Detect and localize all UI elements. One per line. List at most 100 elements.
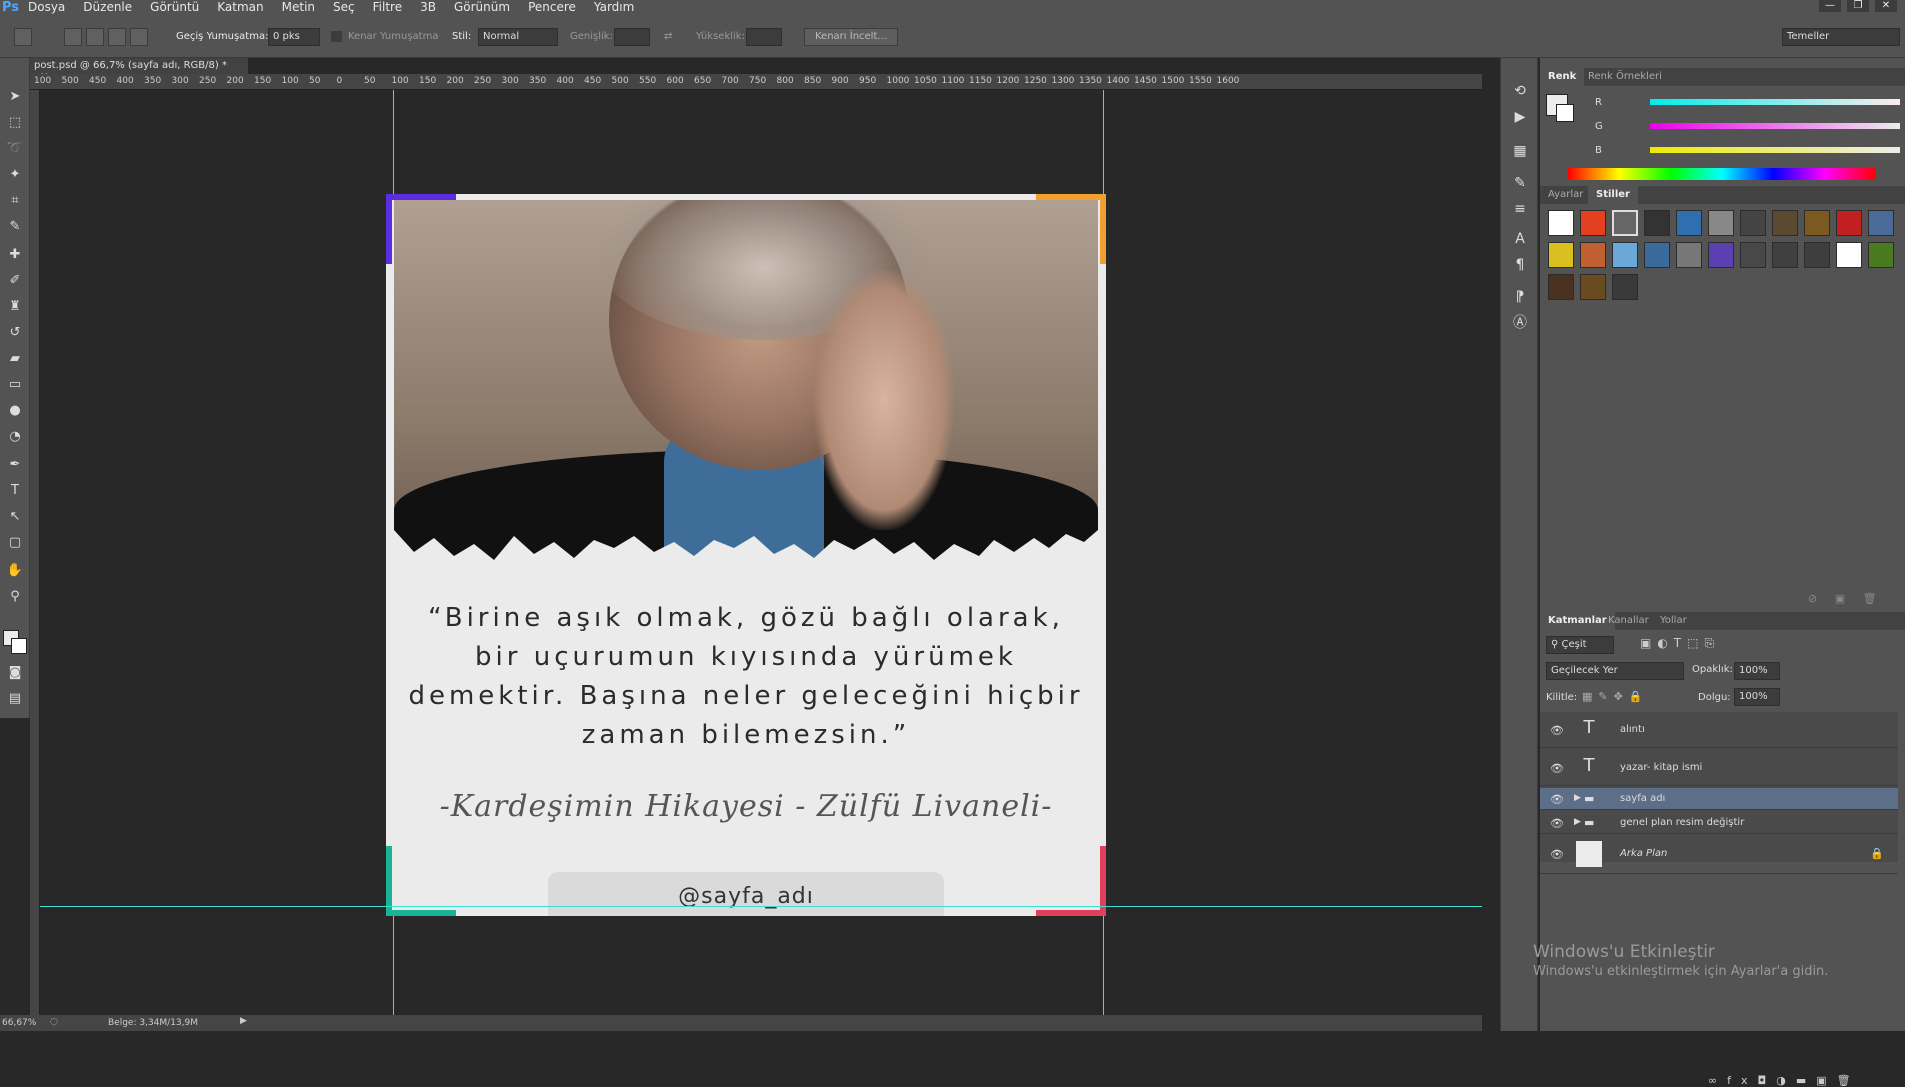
style-swatch[interactable] (1804, 210, 1830, 236)
document-tab[interactable]: post.psd @ 66,7% (sayfa adı, RGB/8) * × (30, 58, 248, 82)
menu-katman[interactable]: Katman (217, 0, 263, 14)
layer-row[interactable]: 👁 T alıntı (1540, 712, 1898, 748)
menu-goruntu[interactable]: Görüntü (150, 0, 199, 14)
dodge-tool-icon[interactable]: ◔ (4, 426, 26, 448)
brush-tool-icon[interactable]: ✐ (4, 270, 26, 292)
visibility-eye-icon[interactable]: 👁 (1550, 793, 1564, 806)
layer-filter-icons[interactable]: ▣◐T⬚⎘ (1640, 636, 1720, 651)
marquee-preset-icon[interactable] (14, 28, 32, 46)
style-swatch[interactable] (1708, 242, 1734, 268)
channel-g-slider[interactable] (1650, 123, 1900, 129)
menu-sec[interactable]: Seç (333, 0, 355, 14)
history-brush-icon[interactable]: ↺ (4, 322, 26, 344)
layer-row-selected[interactable]: 👁 ▶ ▬ sayfa adı (1540, 788, 1898, 810)
style-swatch[interactable] (1868, 210, 1894, 236)
channel-r-slider[interactable] (1650, 99, 1900, 105)
brush-panel-icon[interactable]: ✎ (1509, 172, 1531, 194)
new-selection-icon[interactable] (64, 28, 82, 46)
style-swatch[interactable] (1612, 274, 1638, 300)
adjustments-panel-icon[interactable]: ≡ (1509, 198, 1531, 220)
style-select[interactable]: Normal (478, 28, 558, 46)
style-swatch[interactable] (1740, 210, 1766, 236)
intersect-selection-icon[interactable] (130, 28, 148, 46)
color-bg-swatch[interactable] (1556, 104, 1574, 122)
style-swatch[interactable] (1644, 210, 1670, 236)
status-menu-arrow-icon[interactable]: ▶ (240, 1016, 247, 1026)
style-swatch[interactable] (1740, 242, 1766, 268)
styles-footer-icons[interactable]: ⊘ ▣ 🗑 (1808, 592, 1877, 605)
style-swatch[interactable] (1644, 242, 1670, 268)
fill-input[interactable]: 100% (1734, 688, 1780, 706)
style-swatch[interactable] (1548, 242, 1574, 268)
actions-panel-icon[interactable]: ▶ (1509, 106, 1531, 128)
move-tool-icon[interactable]: ➤ (4, 86, 26, 108)
tab-renk-ornekleri[interactable]: Renk Örnekleri (1580, 68, 1670, 86)
crop-tool-icon[interactable]: ⌗ (4, 190, 26, 212)
blend-mode-select[interactable]: Geçilecek Yer (1546, 662, 1684, 680)
swap-icon[interactable]: ⇄ (664, 31, 672, 42)
style-swatch[interactable] (1836, 210, 1862, 236)
style-swatch[interactable] (1580, 242, 1606, 268)
marquee-tool-icon[interactable]: ⬚ (4, 112, 26, 134)
layers-footer-icons[interactable]: ∞fx◘◑▬▣🗑 (1708, 1074, 1861, 1087)
screen-mode-icon[interactable]: ▤ (4, 688, 26, 710)
pen-tool-icon[interactable]: ✒ (4, 454, 26, 476)
menu-yardim[interactable]: Yardım (594, 0, 634, 14)
zoom-level[interactable]: 66,67% (2, 1018, 36, 1028)
layer-row[interactable]: 👁 Arka Plan 🔒 (1540, 836, 1898, 874)
path-select-icon[interactable]: ↖ (4, 506, 26, 528)
shape-tool-icon[interactable]: ▢ (4, 532, 26, 554)
add-selection-icon[interactable] (86, 28, 104, 46)
style-swatch[interactable] (1804, 242, 1830, 268)
clone-stamp-icon[interactable]: ♜ (4, 296, 26, 318)
visibility-eye-icon[interactable]: 👁 (1550, 848, 1564, 861)
tab-ayarlar[interactable]: Ayarlar (1540, 186, 1591, 204)
guide-horizontal[interactable] (40, 906, 1482, 907)
style-swatch[interactable] (1708, 210, 1734, 236)
character-styles-icon[interactable]: Ⓐ (1509, 312, 1531, 334)
history-panel-icon[interactable]: ⟲ (1509, 80, 1531, 102)
menu-filtre[interactable]: Filtre (373, 0, 402, 14)
eyedropper-icon[interactable]: ✎ (4, 216, 26, 238)
channel-b-slider[interactable] (1650, 147, 1900, 153)
lock-icons[interactable]: ▦✎✥🔒 (1582, 690, 1649, 703)
refine-edge-button[interactable]: Kenarı İncelt... (804, 28, 898, 46)
swatches-panel-icon[interactable]: ▦ (1509, 140, 1531, 162)
healing-brush-icon[interactable]: ✚ (4, 244, 26, 266)
menu-dosya[interactable]: Dosya (28, 0, 65, 14)
height-input[interactable] (746, 28, 782, 46)
tab-kanallar[interactable]: Kanallar (1600, 612, 1657, 630)
subtract-selection-icon[interactable] (108, 28, 126, 46)
quick-mask-icon[interactable]: ◙ (4, 662, 26, 684)
minimize-button[interactable]: — (1819, 0, 1841, 12)
layer-row[interactable]: 👁 ▶ ▬ genel plan resim değiştir (1540, 812, 1898, 834)
menu-metin[interactable]: Metin (282, 0, 315, 14)
restore-button[interactable]: ❐ (1847, 0, 1869, 12)
width-input[interactable] (614, 28, 650, 46)
menu-pencere[interactable]: Pencere (528, 0, 576, 14)
workspace-select[interactable]: Temeller (1782, 28, 1900, 46)
style-swatch-none[interactable] (1836, 242, 1862, 268)
expand-arrow-icon[interactable]: ▶ (1574, 793, 1581, 803)
visibility-eye-icon[interactable]: 👁 (1550, 817, 1564, 830)
style-swatch[interactable] (1612, 242, 1638, 268)
style-swatch-none[interactable] (1548, 210, 1574, 236)
style-swatch[interactable] (1676, 242, 1702, 268)
visibility-eye-icon[interactable]: 👁 (1550, 762, 1564, 775)
style-swatch[interactable] (1676, 210, 1702, 236)
style-swatch[interactable] (1548, 274, 1574, 300)
hand-tool-icon[interactable]: ✋ (4, 560, 26, 582)
style-swatch[interactable] (1580, 274, 1606, 300)
visibility-eye-icon[interactable]: 👁 (1550, 724, 1564, 737)
close-button[interactable]: ✕ (1875, 0, 1897, 12)
magic-wand-icon[interactable]: ✦ (4, 164, 26, 186)
feather-input[interactable]: 0 pks (268, 28, 320, 46)
menu-duzenle[interactable]: Düzenle (83, 0, 132, 14)
color-spectrum-bar[interactable] (1568, 168, 1876, 180)
blur-tool-icon[interactable]: ● (4, 400, 26, 422)
menu-gorunum[interactable]: Görünüm (454, 0, 510, 14)
opacity-input[interactable]: 100% (1734, 662, 1780, 680)
tab-renk[interactable]: Renk (1540, 68, 1585, 86)
style-swatch[interactable] (1772, 210, 1798, 236)
character-panel-icon[interactable]: A (1509, 228, 1531, 250)
